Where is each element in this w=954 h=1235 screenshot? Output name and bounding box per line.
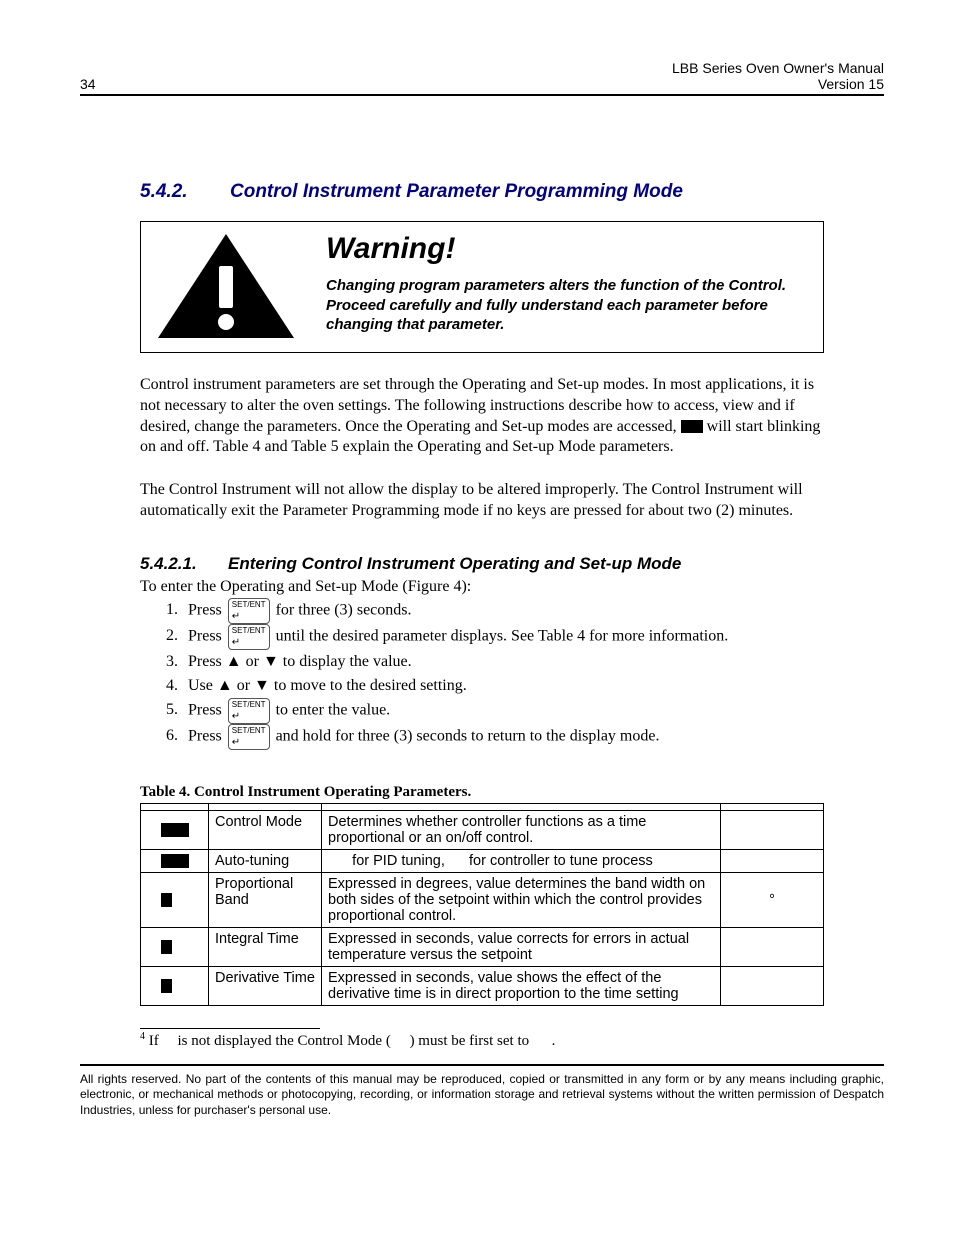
param-name: Integral Time <box>209 927 322 966</box>
footnote-b: is not displayed the Control Mode ( <box>174 1033 391 1049</box>
param-desc: Determines whether controller functions … <box>322 810 721 849</box>
param-default <box>721 966 824 1005</box>
step1-a: Press <box>188 601 226 618</box>
content: 5.4.2.Control Instrument Parameter Progr… <box>80 181 884 1050</box>
paragraph-1: Control instrument parameters are set th… <box>140 375 824 458</box>
parameters-table: Control Mode Determines whether controll… <box>140 803 824 1006</box>
footer-rule <box>80 1064 884 1066</box>
param-name: Derivative Time <box>209 966 322 1005</box>
section-title: Control Instrument Parameter Programming… <box>230 181 683 202</box>
steps-list: Press SET/ENT↵ for three (3) seconds. Pr… <box>164 598 824 750</box>
footnote: 4 If is not displayed the Control Mode (… <box>140 1031 824 1050</box>
subsection-number: 5.4.2.1. <box>140 554 228 574</box>
section-number: 5.4.2. <box>140 181 230 203</box>
warning-title: Warning! <box>326 232 803 266</box>
footer-text: All rights reserved. No part of the cont… <box>80 1072 884 1119</box>
param-default <box>721 927 824 966</box>
footnote-c: ) must be first set to <box>410 1033 533 1049</box>
setent-key-icon: SET/ENT↵ <box>228 598 270 624</box>
page-number: 34 <box>80 76 96 92</box>
step2-a: Press <box>188 627 226 644</box>
subsection-heading: 5.4.2.1.Entering Control Instrument Oper… <box>140 554 824 574</box>
step5-b: to enter the value. <box>272 701 391 718</box>
redacted-block <box>161 854 189 868</box>
footnote-a: If <box>145 1033 163 1049</box>
redacted-block <box>161 893 189 907</box>
header-title-line2: Version 15 <box>672 76 884 92</box>
param-name: Control Mode <box>209 810 322 849</box>
param-desc: Expressed in degrees, value determines t… <box>322 872 721 927</box>
param-default <box>721 849 824 872</box>
step-1: Press SET/ENT↵ for three (3) seconds. <box>182 598 824 624</box>
table-row: Proportional Band Expressed in degrees, … <box>141 872 824 927</box>
redacted-block <box>161 940 189 954</box>
subsection-title: Entering Control Instrument Operating an… <box>228 554 681 573</box>
warning-triangle-icon <box>156 232 296 342</box>
table-row: Integral Time Expressed in seconds, valu… <box>141 927 824 966</box>
page-header: 34 LBB Series Oven Owner's Manual Versio… <box>80 60 884 92</box>
setent-key-icon: SET/ENT↵ <box>228 624 270 650</box>
setent-key-icon: SET/ENT↵ <box>228 724 270 750</box>
footnote-rule <box>140 1028 320 1029</box>
param-default <box>721 810 824 849</box>
redacted-block <box>161 979 189 993</box>
step6-a: Press <box>188 727 226 744</box>
step-6: Press SET/ENT↵ and hold for three (3) se… <box>182 724 824 750</box>
param-desc: Expressed in seconds, value corrects for… <box>322 927 721 966</box>
table-row: Auto-tuning for PID tuning, for controll… <box>141 849 824 872</box>
subsection-intro: To enter the Operating and Set-up Mode (… <box>140 578 824 596</box>
table-row: Control Mode Determines whether controll… <box>141 810 824 849</box>
footnote-d: . <box>552 1033 556 1049</box>
paragraph-2: The Control Instrument will not allow th… <box>140 480 824 522</box>
header-title-line1: LBB Series Oven Owner's Manual <box>672 60 884 76</box>
table-caption: Table 4. Control Instrument Operating Pa… <box>140 784 824 801</box>
warning-box: Warning! Changing program parameters alt… <box>140 221 824 353</box>
warning-body: Changing program parameters alters the f… <box>326 276 803 335</box>
param-default: ° <box>721 872 824 927</box>
section-heading: 5.4.2.Control Instrument Parameter Progr… <box>140 181 824 203</box>
warning-text: Warning! Changing program parameters alt… <box>311 222 823 352</box>
step-5: Press SET/ENT↵ to enter the value. <box>182 698 824 724</box>
step6-b: and hold for three (3) seconds to return… <box>272 727 660 744</box>
step1-b: for three (3) seconds. <box>272 601 412 618</box>
param-desc: Expressed in seconds, value shows the ef… <box>322 966 721 1005</box>
param-desc: for PID tuning, for controller to tune p… <box>322 849 721 872</box>
step2-b: until the desired parameter displays. Se… <box>272 627 729 644</box>
redacted-block <box>681 420 703 433</box>
page: 34 LBB Series Oven Owner's Manual Versio… <box>0 0 954 1235</box>
table-row: Derivative Time Expressed in seconds, va… <box>141 966 824 1005</box>
param-name: Auto-tuning <box>209 849 322 872</box>
header-rule <box>80 94 884 96</box>
redacted-block <box>161 823 189 837</box>
table-header-row <box>141 803 824 810</box>
step-4: Use ▲ or ▼ to move to the desired settin… <box>182 674 824 698</box>
header-title: LBB Series Oven Owner's Manual Version 1… <box>672 60 884 92</box>
step5-a: Press <box>188 701 226 718</box>
param-name: Proportional Band <box>209 872 322 927</box>
step-3: Press ▲ or ▼ to display the value. <box>182 650 824 674</box>
warning-icon-cell <box>141 222 311 352</box>
step-2: Press SET/ENT↵ until the desired paramet… <box>182 624 824 650</box>
setent-key-icon: SET/ENT↵ <box>228 698 270 724</box>
